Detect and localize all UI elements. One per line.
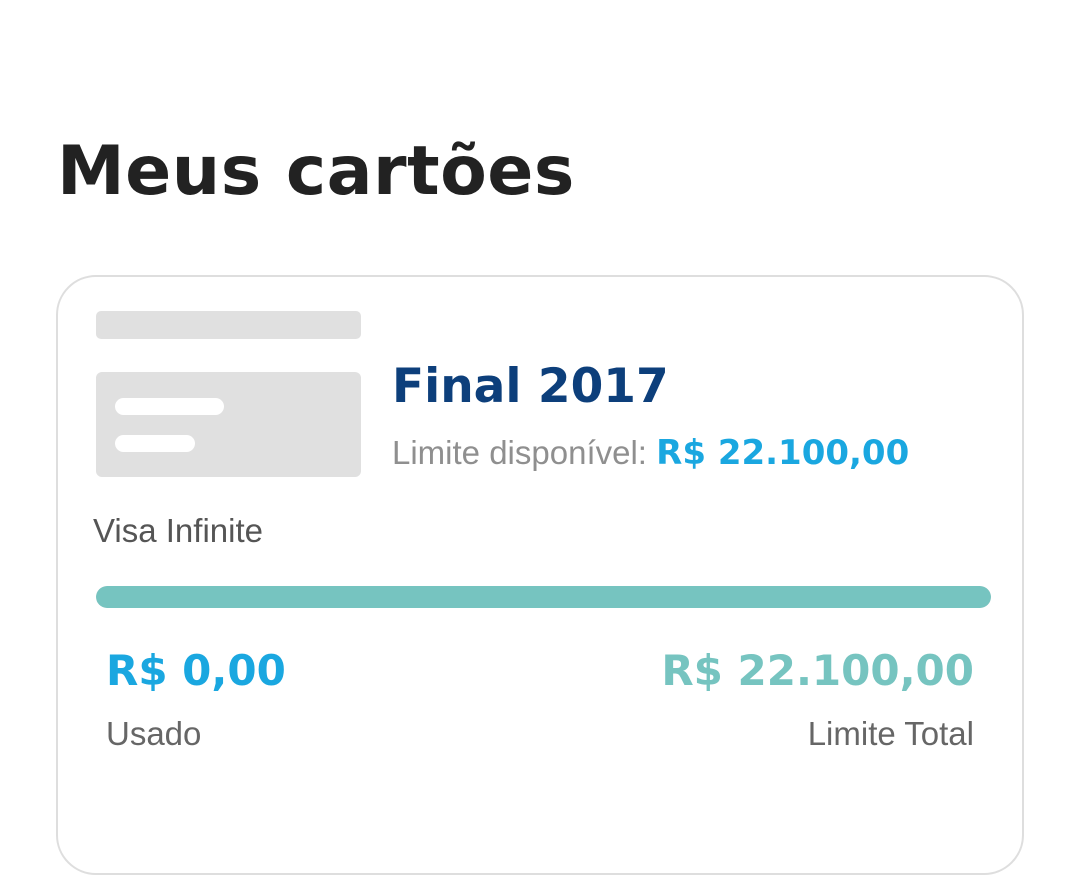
used-amount-label: Usado bbox=[106, 715, 202, 752]
card-image-line bbox=[115, 435, 195, 452]
limit-progress-bar bbox=[96, 586, 991, 608]
available-limit: Limite disponível: R$ 22.100,00 bbox=[392, 430, 909, 476]
card-final-digits: Final 2017 bbox=[392, 359, 669, 414]
page-title: Meus cartões bbox=[57, 132, 575, 211]
card-image-line bbox=[115, 398, 224, 415]
credit-card-placeholder-icon bbox=[96, 311, 361, 477]
used-amount-value: R$ 0,00 bbox=[106, 646, 286, 695]
card-image-stripe bbox=[96, 311, 361, 339]
card-image-body bbox=[96, 372, 361, 477]
credit-card-item[interactable]: Final 2017 Limite disponível: R$ 22.100,… bbox=[56, 275, 1024, 875]
card-brand: Visa Infinite bbox=[93, 512, 263, 549]
total-limit-label: Limite Total bbox=[807, 715, 974, 752]
available-limit-value: R$ 22.100,00 bbox=[656, 433, 910, 473]
limit-progress-fill bbox=[96, 586, 991, 608]
available-limit-label: Limite disponível: bbox=[392, 434, 647, 471]
total-limit-value: R$ 22.100,00 bbox=[661, 646, 974, 695]
